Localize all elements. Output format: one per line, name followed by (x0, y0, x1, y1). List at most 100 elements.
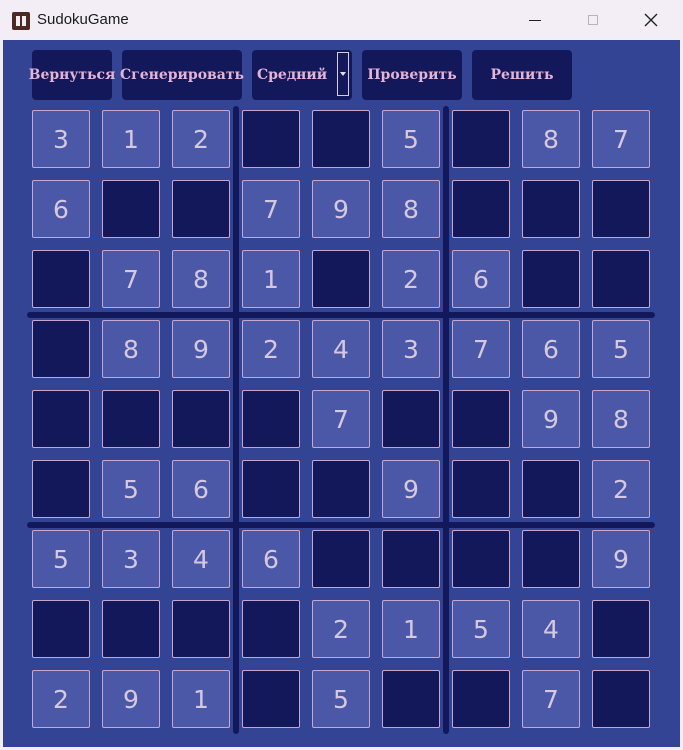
sudoku-cell[interactable]: 8 (592, 390, 650, 448)
sudoku-cell[interactable]: 2 (172, 110, 230, 168)
block-divider-horizontal-2 (27, 522, 655, 528)
sudoku-cell[interactable] (172, 180, 230, 238)
sudoku-cell[interactable] (382, 670, 440, 728)
sudoku-cell[interactable] (172, 600, 230, 658)
block-divider-vertical-1 (233, 106, 239, 734)
chevron-down-icon[interactable] (337, 52, 349, 96)
sudoku-cell[interactable]: 9 (172, 320, 230, 378)
sudoku-cell[interactable] (522, 250, 580, 308)
block-divider-vertical-2 (443, 106, 449, 734)
sudoku-cell[interactable] (382, 530, 440, 588)
sudoku-cell[interactable] (452, 460, 510, 518)
sudoku-cell[interactable] (32, 600, 90, 658)
sudoku-cell[interactable]: 2 (312, 600, 370, 658)
sudoku-cell[interactable] (592, 250, 650, 308)
sudoku-cell[interactable]: 7 (242, 180, 300, 238)
sudoku-cell[interactable]: 6 (522, 320, 580, 378)
sudoku-cell[interactable] (312, 250, 370, 308)
sudoku-cell[interactable]: 3 (102, 530, 160, 588)
sudoku-cell[interactable]: 5 (452, 600, 510, 658)
sudoku-cell[interactable]: 1 (382, 600, 440, 658)
sudoku-cell[interactable] (452, 530, 510, 588)
sudoku-cell[interactable]: 8 (172, 250, 230, 308)
sudoku-cell[interactable] (242, 460, 300, 518)
sudoku-cell[interactable] (312, 530, 370, 588)
sudoku-cell[interactable]: 4 (522, 600, 580, 658)
sudoku-cell[interactable]: 8 (382, 180, 440, 238)
sudoku-cell[interactable]: 9 (102, 670, 160, 728)
sudoku-cell[interactable] (522, 180, 580, 238)
sudoku-cell[interactable] (452, 670, 510, 728)
sudoku-cell[interactable]: 5 (592, 320, 650, 378)
sudoku-cell[interactable]: 6 (452, 250, 510, 308)
sudoku-cell[interactable] (242, 390, 300, 448)
sudoku-cell[interactable]: 3 (32, 110, 90, 168)
sudoku-cell[interactable] (242, 110, 300, 168)
sudoku-cell[interactable]: 7 (312, 390, 370, 448)
sudoku-cell[interactable]: 9 (522, 390, 580, 448)
sudoku-cell[interactable] (312, 110, 370, 168)
sudoku-cell[interactable] (592, 670, 650, 728)
sudoku-cell[interactable]: 6 (242, 530, 300, 588)
sudoku-cell[interactable]: 8 (102, 320, 160, 378)
sudoku-cell[interactable]: 7 (452, 320, 510, 378)
solve-button[interactable]: Решить (472, 50, 572, 100)
sudoku-cell[interactable]: 2 (32, 670, 90, 728)
sudoku-cell[interactable] (172, 390, 230, 448)
sudoku-cell[interactable] (522, 530, 580, 588)
sudoku-cell[interactable] (592, 600, 650, 658)
sudoku-cell[interactable] (242, 600, 300, 658)
sudoku-cell[interactable]: 6 (32, 180, 90, 238)
sudoku-app-icon (12, 12, 30, 30)
sudoku-cell[interactable]: 9 (382, 460, 440, 518)
title-bar: SudokuGame (0, 0, 683, 40)
sudoku-cell[interactable]: 1 (102, 110, 160, 168)
game-area: Вернуться Сгенерировать Средний Проверит… (3, 40, 680, 747)
sudoku-board: 3125876798781268924376579856925346921542… (27, 106, 657, 736)
back-button[interactable]: Вернуться (29, 50, 115, 100)
sudoku-cell[interactable] (32, 460, 90, 518)
sudoku-cell[interactable] (522, 460, 580, 518)
sudoku-cell[interactable]: 7 (522, 670, 580, 728)
sudoku-cell[interactable]: 5 (102, 460, 160, 518)
minimize-button[interactable] (512, 0, 558, 40)
sudoku-cell[interactable]: 5 (382, 110, 440, 168)
difficulty-value: Средний (257, 67, 328, 83)
sudoku-cell[interactable]: 9 (312, 180, 370, 238)
minimize-icon (529, 19, 541, 21)
sudoku-cell[interactable] (102, 180, 160, 238)
sudoku-cell[interactable]: 1 (242, 250, 300, 308)
generate-button[interactable]: Сгенерировать (120, 50, 244, 100)
block-divider-horizontal-1 (27, 312, 655, 318)
close-button[interactable] (628, 0, 674, 40)
sudoku-cell[interactable]: 8 (522, 110, 580, 168)
sudoku-cell[interactable]: 4 (172, 530, 230, 588)
check-button[interactable]: Проверить (362, 50, 462, 100)
sudoku-cell[interactable]: 2 (382, 250, 440, 308)
difficulty-select[interactable]: Средний (252, 50, 352, 100)
maximize-button[interactable] (570, 0, 616, 40)
sudoku-cell[interactable]: 1 (172, 670, 230, 728)
sudoku-cell[interactable]: 9 (592, 530, 650, 588)
sudoku-cell[interactable]: 2 (592, 460, 650, 518)
sudoku-cell[interactable]: 5 (32, 530, 90, 588)
sudoku-cell[interactable] (592, 180, 650, 238)
sudoku-cell[interactable] (32, 320, 90, 378)
sudoku-cell[interactable]: 6 (172, 460, 230, 518)
sudoku-cell[interactable] (102, 390, 160, 448)
sudoku-cell[interactable]: 7 (102, 250, 160, 308)
sudoku-cell[interactable] (102, 600, 160, 658)
sudoku-cell[interactable]: 4 (312, 320, 370, 378)
sudoku-cell[interactable] (452, 110, 510, 168)
sudoku-cell[interactable] (312, 460, 370, 518)
sudoku-cell[interactable] (242, 670, 300, 728)
sudoku-cell[interactable] (382, 390, 440, 448)
sudoku-cell[interactable]: 2 (242, 320, 300, 378)
sudoku-cell[interactable]: 5 (312, 670, 370, 728)
sudoku-cell[interactable] (452, 180, 510, 238)
sudoku-cell[interactable]: 3 (382, 320, 440, 378)
sudoku-cell[interactable] (32, 250, 90, 308)
sudoku-cell[interactable]: 7 (592, 110, 650, 168)
sudoku-cell[interactable] (32, 390, 90, 448)
sudoku-cell[interactable] (452, 390, 510, 448)
